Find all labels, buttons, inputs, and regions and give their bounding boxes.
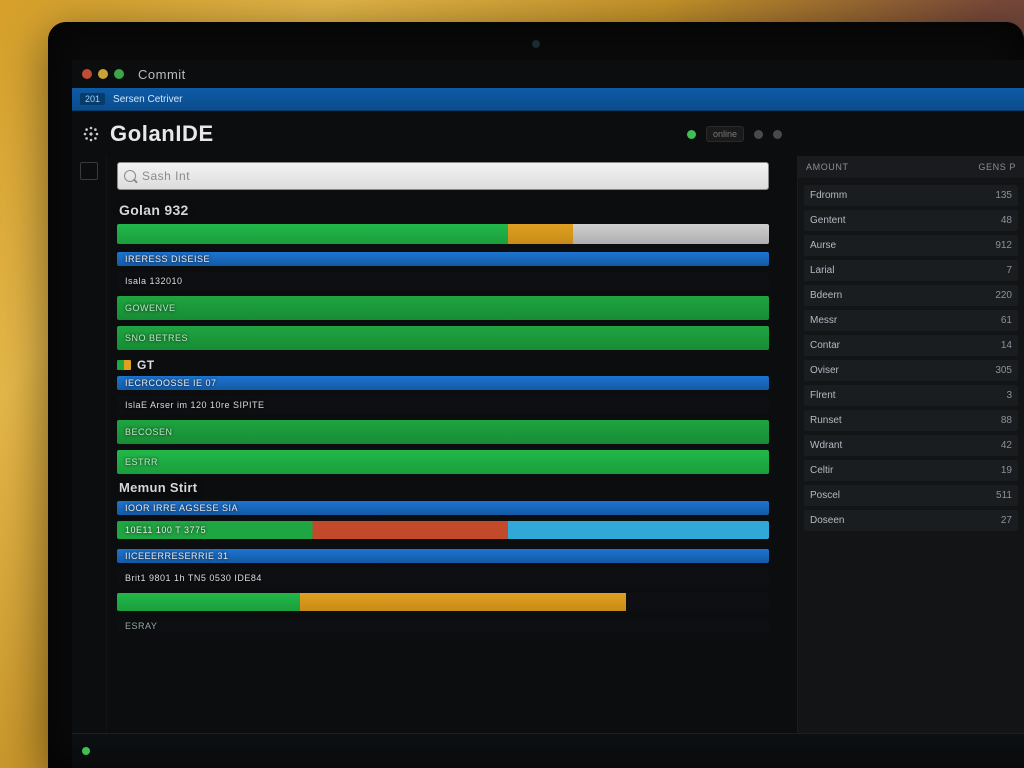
section-title-1: GT bbox=[117, 358, 769, 372]
left-gutter bbox=[72, 156, 107, 734]
metric-bar: IOOR IRRE AGSESE SIA bbox=[117, 501, 769, 515]
usage-bar-3 bbox=[117, 593, 769, 611]
tab-label: Sersen Cetriver bbox=[113, 94, 182, 105]
metric-bar: 10E11 100 T 3775 bbox=[117, 521, 769, 539]
app-header: GolanIDE online bbox=[72, 111, 1024, 158]
sidebar-row[interactable]: Larial7 bbox=[804, 260, 1018, 281]
brand-title: GolanIDE bbox=[110, 121, 214, 147]
window-close-icon[interactable] bbox=[82, 69, 92, 79]
sidebar-row[interactable]: Gentent48 bbox=[804, 210, 1018, 231]
metric-bar: Brit1 9801 1h TN5 0530 IDE84 bbox=[117, 569, 769, 587]
section-title-2: Memun Stirt bbox=[119, 480, 769, 495]
search-input[interactable]: Sash Int bbox=[117, 162, 769, 190]
sidebar-row[interactable]: Bdeern220 bbox=[804, 285, 1018, 306]
tab-badge: 201 bbox=[80, 93, 105, 105]
section-badge-icon bbox=[117, 360, 131, 370]
sidebar-row[interactable]: Runset88 bbox=[804, 410, 1018, 431]
title-bar: Commit bbox=[72, 60, 1024, 88]
status-grey-icon bbox=[754, 130, 763, 139]
window-maximize-icon[interactable] bbox=[114, 69, 124, 79]
sidebar-header-left: Amount bbox=[806, 162, 849, 172]
status-chip[interactable]: online bbox=[706, 126, 744, 142]
metric-bar[interactable]: Gowenve bbox=[117, 296, 769, 320]
sidebar-row[interactable]: Messr61 bbox=[804, 310, 1018, 331]
metric-bar: IICEEERRESERRIE 31 bbox=[117, 549, 769, 563]
status-grey-icon-2 bbox=[773, 130, 782, 139]
sidebar-row[interactable]: Doseen27 bbox=[804, 510, 1018, 531]
sidebar-row[interactable]: Celtir19 bbox=[804, 460, 1018, 481]
window-title: Commit bbox=[138, 67, 186, 82]
brand-icon bbox=[82, 125, 100, 143]
status-online-icon bbox=[82, 747, 90, 755]
sidebar-row[interactable]: Flrent3 bbox=[804, 385, 1018, 406]
sidebar-row[interactable]: Aurse912 bbox=[804, 235, 1018, 256]
search-icon bbox=[124, 170, 136, 182]
sidebar-row[interactable]: Poscel511 bbox=[804, 485, 1018, 506]
metric-bar: IslaE Arser im 120 10re SIPITE bbox=[117, 396, 769, 414]
sidebar-row[interactable]: Wdrant42 bbox=[804, 435, 1018, 456]
metric-bar: Isala 132010 bbox=[117, 272, 769, 290]
search-placeholder: Sash Int bbox=[142, 169, 190, 183]
metric-bar: IECRCOOSSE IE 07 bbox=[117, 376, 769, 390]
metric-bar[interactable]: Becosen bbox=[117, 420, 769, 444]
main-panel: Sash Int Golan 932 IRERESS DISEISE Isala… bbox=[107, 156, 797, 734]
usage-bar-0 bbox=[117, 224, 769, 244]
window-minimize-icon[interactable] bbox=[98, 69, 108, 79]
sidebar-header: Amount GENS P bbox=[798, 156, 1024, 179]
status-bar bbox=[72, 733, 1024, 768]
tab-strip[interactable]: 201 Sersen Cetriver bbox=[72, 88, 1024, 111]
gutter-icon[interactable] bbox=[80, 162, 98, 180]
status-online-icon bbox=[687, 130, 696, 139]
sidebar-header-right: GENS P bbox=[978, 162, 1016, 172]
metric-bar: IRERESS DISEISE bbox=[117, 252, 769, 266]
sidebar-panel: Amount GENS P Fdromm135 Gentent48 Aurse912… bbox=[797, 156, 1024, 734]
sidebar-row[interactable]: Contar14 bbox=[804, 335, 1018, 356]
sidebar-row[interactable]: Fdromm135 bbox=[804, 185, 1018, 206]
metric-bar: Esray bbox=[117, 619, 769, 633]
metric-bar[interactable]: Estrr bbox=[117, 450, 769, 474]
metric-bar[interactable]: Sno Betres bbox=[117, 326, 769, 350]
sidebar-list: Fdromm135 Gentent48 Aurse912 Larial7 Bdeern2… bbox=[798, 179, 1024, 734]
camera-dot bbox=[532, 40, 540, 48]
section-title-0: Golan 932 bbox=[119, 202, 769, 218]
sidebar-row[interactable]: Oviser305 bbox=[804, 360, 1018, 381]
